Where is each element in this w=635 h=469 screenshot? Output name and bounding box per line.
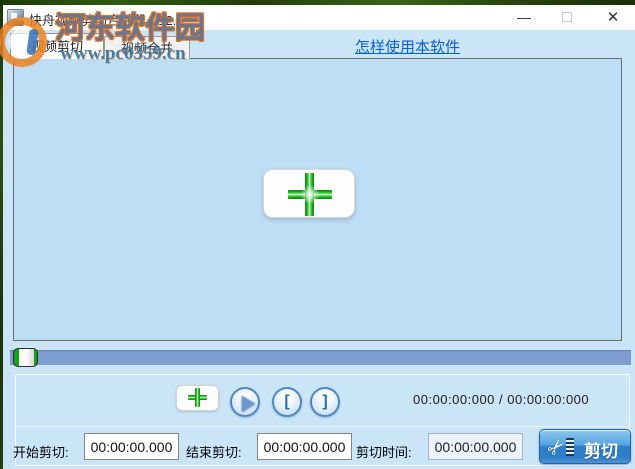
start-cut-label: 开始剪切: <box>13 442 69 461</box>
play-button[interactable] <box>230 387 260 417</box>
cut-button-icon: ✂ <box>548 435 578 459</box>
tab-video-cut[interactable]: 视频剪切 <box>10 33 104 59</box>
play-icon <box>242 396 255 412</box>
desktop-background-left-edge <box>0 0 3 469</box>
add-file-button[interactable] <box>176 385 219 411</box>
add-video-icon <box>264 170 356 219</box>
mark-end-button[interactable]: ] <box>310 387 340 417</box>
cut-duration-label: 剪切时间: <box>356 442 412 461</box>
seek-bar-track[interactable] <box>10 350 631 365</box>
minimize-button[interactable]: — <box>509 5 539 30</box>
cut-button-label: 剪切 <box>584 437 618 462</box>
playback-time-display: 00:00:00:000 / 00:00:00:000 <box>413 392 589 407</box>
title-bar: 快舟视频剪切合并器 V12.6 — ✕ <box>3 5 635 30</box>
add-file-icon <box>177 386 218 410</box>
bracket-start-icon: [ <box>274 393 300 411</box>
tab-video-merge-label: 视频合并 <box>121 41 173 56</box>
application-window: 快舟视频剪切合并器 V12.6 — ✕ 视频剪切 视频合并 怎样使用本软件 <box>0 0 635 469</box>
cut-button[interactable]: ✂ 剪切 <box>539 429 631 464</box>
help-link[interactable]: 怎样使用本软件 <box>355 36 460 57</box>
cut-duration-display <box>428 433 523 460</box>
bracket-end-icon: ] <box>312 393 338 411</box>
end-cut-input[interactable] <box>257 433 352 460</box>
start-cut-input[interactable] <box>84 433 179 460</box>
seek-bar-thumb[interactable] <box>13 348 38 367</box>
add-video-button[interactable] <box>263 169 355 218</box>
app-icon <box>7 9 24 26</box>
maximize-icon <box>562 12 572 22</box>
end-cut-label: 结束剪切: <box>186 442 242 461</box>
controls-group-divider <box>16 426 629 427</box>
window-title: 快舟视频剪切合并器 V12.6 <box>29 10 184 29</box>
mark-start-button[interactable]: [ <box>272 387 302 417</box>
tab-video-merge[interactable]: 视频合并 <box>104 36 190 59</box>
close-button[interactable]: ✕ <box>598 5 628 30</box>
maximize-button[interactable] <box>552 5 582 30</box>
close-icon: ✕ <box>607 9 620 26</box>
tab-video-cut-label: 视频剪切 <box>31 39 83 54</box>
minimize-icon: — <box>517 9 531 25</box>
